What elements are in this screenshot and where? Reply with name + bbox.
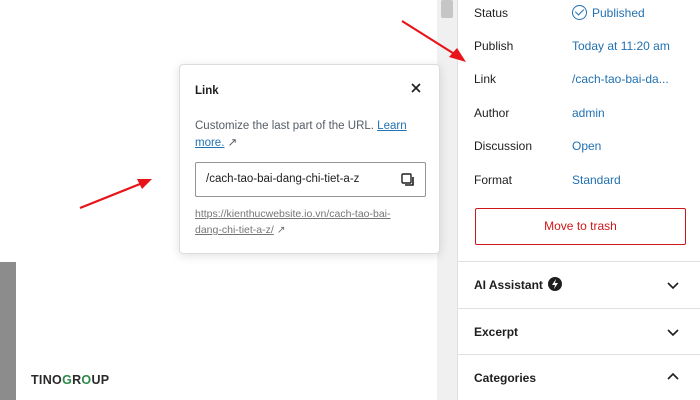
popover-title: Link — [195, 85, 219, 97]
full-url-link[interactable]: https://kienthucwebsite.io.vn/cach-tao-b… — [195, 206, 425, 238]
panel-divider — [458, 308, 700, 309]
block-edge — [0, 262, 16, 400]
link-label: Link — [474, 72, 497, 86]
chevron-down-icon[interactable] — [666, 325, 680, 339]
publish-date-button[interactable]: Today at 11:20 am — [572, 39, 670, 53]
format-label: Format — [474, 173, 513, 187]
author-button[interactable]: admin — [572, 106, 605, 120]
chevron-down-icon[interactable] — [666, 278, 680, 292]
move-to-trash-button[interactable]: Move to trash — [475, 208, 686, 245]
copy-icon[interactable] — [400, 172, 416, 188]
scrollbar-track[interactable] — [437, 0, 457, 400]
jetpack-bolt-icon — [547, 277, 562, 291]
panel-divider — [458, 354, 700, 355]
watermark-logo: TINOGROUP — [31, 373, 110, 387]
post-settings-sidebar: Status Published Publish Today at 11:20 … — [457, 0, 700, 400]
panel-ai-assistant[interactable]: AI Assistant — [474, 277, 562, 292]
slug-input[interactable]: /cach-tao-bai-dang-chi-tiet-a-z — [195, 162, 426, 197]
link-value-button[interactable]: /cach-tao-bai-da... — [572, 72, 669, 86]
published-check-icon — [572, 5, 587, 20]
chevron-up-icon[interactable] — [666, 370, 680, 384]
external-link-icon: ↗ — [227, 137, 238, 149]
popover-description: Customize the last part of the URL. Lear… — [195, 118, 425, 152]
close-icon[interactable] — [409, 81, 423, 95]
description-text: Customize the last part of the URL. — [195, 120, 374, 132]
format-button[interactable]: Standard — [572, 173, 621, 187]
discussion-button[interactable]: Open — [572, 139, 601, 153]
author-label: Author — [474, 106, 510, 120]
status-value[interactable]: Published — [572, 5, 645, 20]
panel-divider — [458, 261, 700, 262]
publish-label: Publish — [474, 39, 514, 53]
external-link-icon: ↗ — [276, 224, 286, 236]
panel-categories[interactable]: Categories — [474, 371, 536, 385]
panel-excerpt[interactable]: Excerpt — [474, 325, 518, 339]
slug-input-value: /cach-tao-bai-dang-chi-tiet-a-z — [206, 173, 360, 185]
scrollbar-thumb[interactable] — [441, 0, 453, 18]
discussion-label: Discussion — [474, 139, 533, 153]
status-label: Status — [474, 6, 509, 20]
link-popover: Link Customize the last part of the URL.… — [179, 64, 440, 254]
